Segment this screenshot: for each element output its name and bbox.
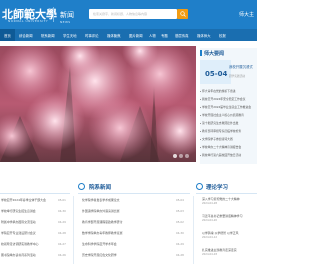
side-news-item[interactable]: 学校举办二十大精神宣讲报告会 [202,145,241,149]
list-date: 05-01 [58,198,66,202]
bullet [200,131,201,132]
nav-item-paper[interactable]: 校报 [219,33,226,38]
list-item[interactable]: 学校举行研究生招生宣讲会 [1,209,36,213]
bullet [200,147,201,148]
side-news-item[interactable]: 我校召开2024年安全稳定工作会议 [202,97,245,101]
list-date: 04-26 [58,253,66,257]
side-news-item[interactable]: 教育部评审组专家莅临学校检查 [202,129,241,133]
search-placeholder: 检索关键字、新闻标题、人物信息等内容 [93,12,148,16]
featured-subtitle: 研学实践活动 [229,74,246,78]
side-news-item[interactable]: 文学院学子参加诗词大赛 [202,137,233,141]
search-button[interactable] [177,9,188,19]
bullet [200,155,201,156]
slide-dot-3[interactable] [185,154,189,158]
nav-item-students[interactable]: 学生天地 [63,33,77,38]
featured-title[interactable]: 我校开展沉浸式 [229,64,253,69]
list-date: 05-02 [176,220,184,224]
side-news-item[interactable]: 学校开展社会主义核心价值观教育 [202,113,244,117]
list-date: 05-03 [176,209,184,213]
site-header: 北師範大學 NORMAL UNIVERSITY 新闻 NEWS 检索关键字、新闻… [0,0,257,29]
list-date: 2024-04-12 [202,236,218,239]
nav-item-comment[interactable]: 时事评论 [85,33,99,38]
vertical-divider [73,196,74,264]
list-item[interactable]: 外国语学院举办外语演讲比赛 [82,209,120,213]
logo-subtitle: NORMAL UNIVERSITY [8,19,49,23]
side-news-item[interactable]: 第十批研究生支教团赴外出发 [202,121,238,125]
slide-dot-1[interactable] [173,154,177,158]
column-title-dept[interactable]: 院系新闻 [89,183,111,191]
side-news-item[interactable]: 师大青年在党的旗帜下奋进 [202,89,236,93]
section-marker [200,50,202,56]
nav-item-topics[interactable]: 专题 [161,33,168,38]
nav-item-media-bnu[interactable]: 媒体师大 [197,33,211,38]
site-name[interactable]: 新闻 [60,10,74,20]
list-date: 04-28 [176,253,184,257]
list-date: 04-30 [176,231,184,235]
list-item[interactable]: 生命科学学院召开学术年会 [82,242,117,246]
book-icon [196,183,203,190]
list-item[interactable]: 深入学习贯彻党的二十大精神 [202,197,240,201]
list-item[interactable]: 扎实推进主题教育走深走实 [202,248,237,252]
column-title-theory[interactable]: 理论学习 [206,183,228,191]
list-date: 2024-04-20 [202,219,218,222]
site-name-en: NEWS [60,20,71,24]
featured-date: 05-04 [205,70,228,78]
banner-slideshow[interactable] [0,46,196,162]
side-news-item[interactable]: 学校召开2024届毕业生就业工作推进会 [202,105,251,109]
list-date: 04-29 [176,242,184,246]
column-divider [196,193,257,194]
list-date: 04-30 [58,209,66,213]
list-item[interactable]: 图书馆举办读书月系列活动 [1,253,36,257]
bullet [200,99,201,100]
list-item[interactable]: 数学学院举办青年教师教学竞赛 [82,231,122,235]
list-item[interactable]: 学院召开专业建设研讨会议 [1,231,36,235]
column-divider [0,193,70,194]
list-item[interactable]: 教育学部开展课程思政教学研讨 [82,220,122,224]
cherry-blossom-photo [0,46,196,162]
nav-item-general[interactable]: 综合新闻 [19,33,33,38]
nav-item-photo[interactable]: 图片新闻 [129,33,143,38]
column-divider [78,193,190,194]
side-news-item[interactable]: 我校举行第六届校园开放日活动 [202,153,241,157]
header-divider [53,7,54,22]
list-item[interactable]: 附属中学承办国际交流活动 [1,220,36,224]
list-item[interactable]: 校领导走访调研实验教学中心 [1,242,39,246]
list-date: 05-04 [176,198,184,202]
search-input[interactable]: 检索关键字、新闻标题、人物信息等内容 [89,9,177,19]
bullet [200,107,201,108]
list-date: 2024-04-03 [202,253,218,256]
list-date: 04-29 [58,220,66,224]
list-item[interactable]: 以学铸魂 以学增智 以学正风 [202,231,239,235]
list-item[interactable]: 化学院学者发表学术成果论文 [82,198,120,202]
university-home-link[interactable]: 师大主 [239,11,254,18]
search-icon [179,11,186,17]
main-nav: 首页 综合新闻 院系新闻 学生天地 时事评论 媒体聚焦 图片新闻 人物 专题 基… [0,29,257,41]
list-item[interactable]: 学校召开2024年春季全体干部大会 [1,198,46,202]
list-date: 04-28 [58,231,66,235]
side-panel-title: 师大要闻 [204,51,225,57]
nav-item-dept[interactable]: 院系新闻 [41,33,55,38]
list-date: 2024-04-28 [202,202,218,205]
vertical-divider [193,196,194,264]
bullet [200,139,201,140]
nav-item-home[interactable]: 首页 [4,33,11,38]
nav-item-media[interactable]: 媒体聚焦 [107,33,121,38]
bullet [200,91,201,92]
list-item[interactable]: 习近平总书记重要讲话精神学习 [202,214,242,218]
bullet [200,123,201,124]
nav-item-people[interactable]: 人物 [149,33,156,38]
bullet [200,115,201,116]
list-date: 04-27 [58,242,66,246]
nav-item-grassroots[interactable]: 基层传真 [175,33,189,38]
slide-dot-2[interactable] [179,154,183,158]
document-icon [78,183,85,190]
list-item[interactable]: 历史学院开展红色文化研学 [82,253,117,257]
